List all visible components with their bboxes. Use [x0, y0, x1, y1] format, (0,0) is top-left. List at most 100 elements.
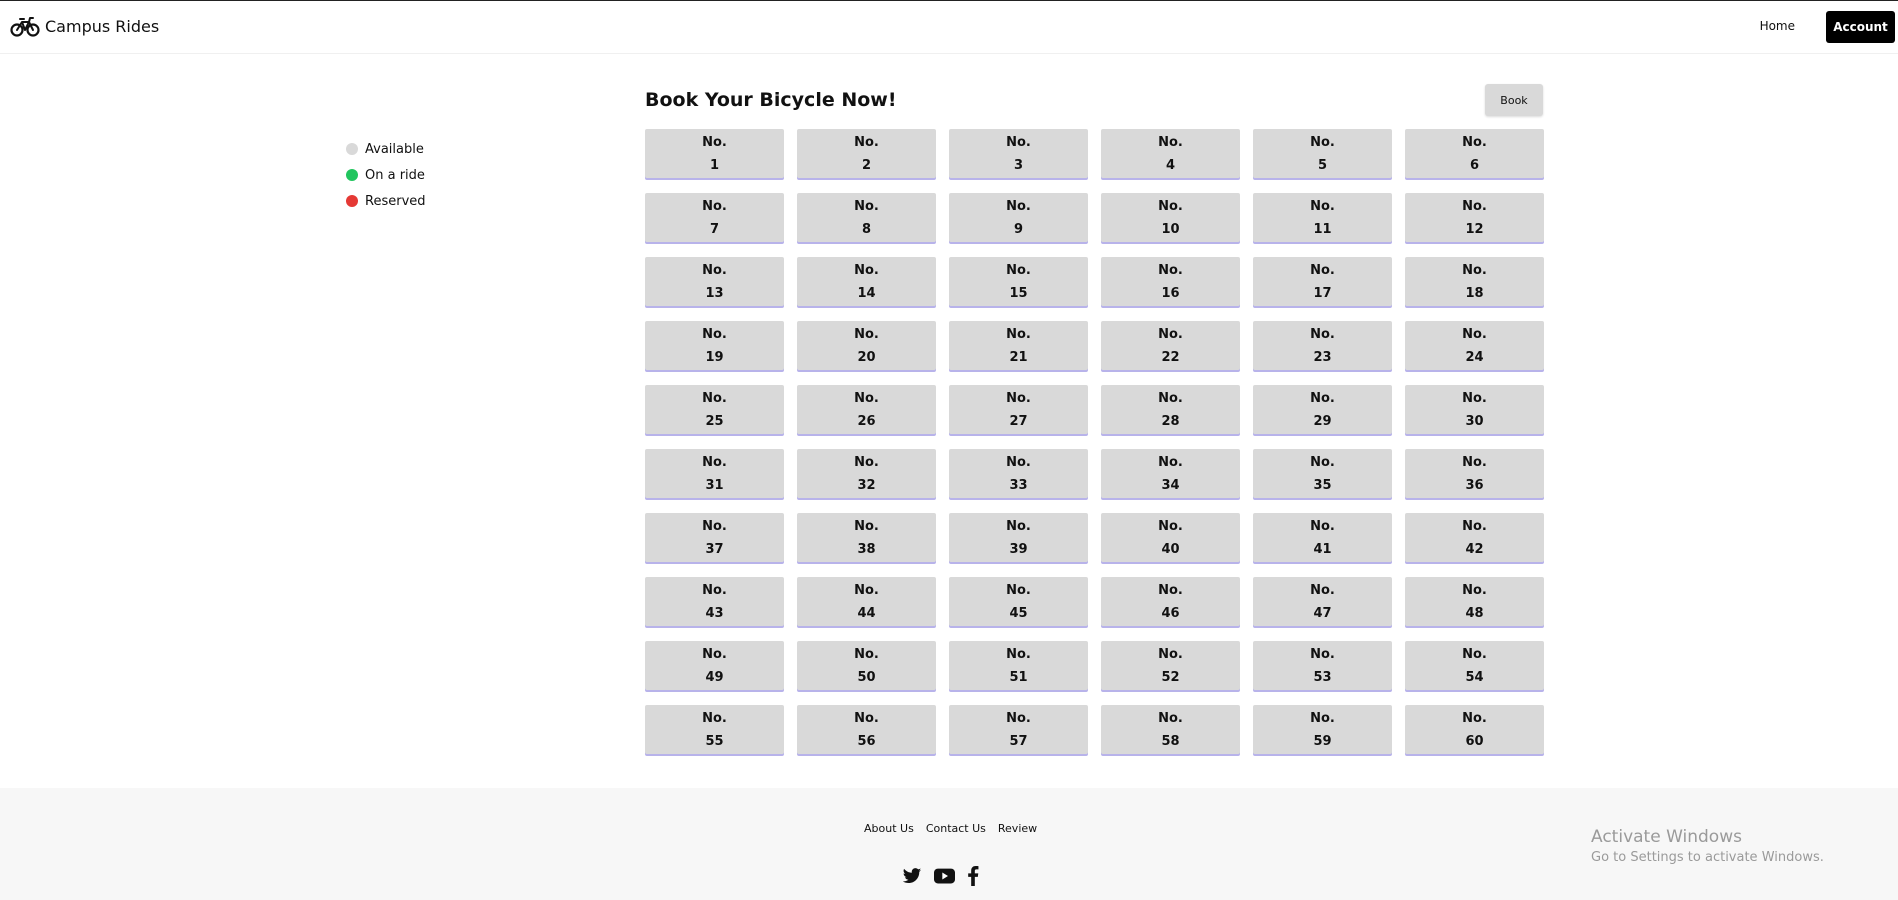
bicycle-number: 48 — [1465, 605, 1484, 621]
bicycle-card[interactable]: No. 35 — [1253, 449, 1392, 498]
bicycle-card[interactable]: No. 60 — [1405, 705, 1544, 754]
bicycle-card[interactable]: No. 36 — [1405, 449, 1544, 498]
bicycle-number: 42 — [1465, 541, 1484, 557]
bicycle-card[interactable]: No. 13 — [645, 257, 784, 306]
bicycle-card[interactable]: No. 41 — [1253, 513, 1392, 562]
bicycle-card[interactable]: No. 29 — [1253, 385, 1392, 434]
bicycle-card[interactable]: No. 3 — [949, 129, 1088, 178]
bicycle-card[interactable]: No. 46 — [1101, 577, 1240, 626]
bicycle-card[interactable]: No. 12 — [1405, 193, 1544, 242]
page-title: Book Your Bicycle Now! — [645, 89, 897, 111]
bicycle-card[interactable]: No. 8 — [797, 193, 936, 242]
bicycle-card[interactable]: No. 20 — [797, 321, 936, 370]
bicycle-card[interactable]: No. 53 — [1253, 641, 1392, 690]
bicycle-card[interactable]: No. 39 — [949, 513, 1088, 562]
bicycle-card[interactable]: No. 37 — [645, 513, 784, 562]
bicycle-card[interactable]: No. 40 — [1101, 513, 1240, 562]
bicycle-prefix: No. — [1158, 198, 1183, 214]
bicycle-number: 30 — [1465, 413, 1484, 429]
bicycle-card[interactable]: No. 23 — [1253, 321, 1392, 370]
bicycle-card[interactable]: No. 11 — [1253, 193, 1392, 242]
bicycle-prefix: No. — [702, 198, 727, 214]
bicycle-card[interactable]: No. 25 — [645, 385, 784, 434]
bicycle-card[interactable]: No. 56 — [797, 705, 936, 754]
bicycle-card[interactable]: No. 43 — [645, 577, 784, 626]
bicycle-card[interactable]: No. 51 — [949, 641, 1088, 690]
bicycle-card[interactable]: No. 45 — [949, 577, 1088, 626]
bicycle-card[interactable]: No. 16 — [1101, 257, 1240, 306]
bicycle-card[interactable]: No. 15 — [949, 257, 1088, 306]
bicycle-card[interactable]: No. 18 — [1405, 257, 1544, 306]
bicycle-card[interactable]: No. 17 — [1253, 257, 1392, 306]
youtube-icon[interactable] — [934, 868, 955, 884]
bicycle-card[interactable]: No. 38 — [797, 513, 936, 562]
bicycle-number: 8 — [861, 221, 872, 237]
bicycle-card[interactable]: No. 1 — [645, 129, 784, 178]
bicycle-card[interactable]: No. 48 — [1405, 577, 1544, 626]
bicycle-card[interactable]: No. 7 — [645, 193, 784, 242]
bicycle-card[interactable]: No. 42 — [1405, 513, 1544, 562]
bicycle-prefix: No. — [854, 390, 879, 406]
bicycle-card[interactable]: No. 14 — [797, 257, 936, 306]
bicycle-prefix: No. — [1310, 134, 1335, 150]
bicycle-card[interactable]: No. 58 — [1101, 705, 1240, 754]
bicycle-card[interactable]: No. 26 — [797, 385, 936, 434]
bicycle-prefix: No. — [702, 262, 727, 278]
bicycle-card[interactable]: No. 49 — [645, 641, 784, 690]
footer-link-contact-us[interactable]: Contact Us — [926, 822, 986, 835]
bicycle-card[interactable]: No. 6 — [1405, 129, 1544, 178]
bicycle-card[interactable]: No. 4 — [1101, 129, 1240, 178]
book-button[interactable]: Book — [1485, 84, 1543, 116]
bicycle-number: 10 — [1161, 221, 1180, 237]
bicycle-number: 37 — [705, 541, 724, 557]
on-ride-dot-icon — [346, 169, 358, 181]
bicycle-card[interactable]: No. 50 — [797, 641, 936, 690]
bicycle-card[interactable]: No. 30 — [1405, 385, 1544, 434]
bicycle-prefix: No. — [1158, 134, 1183, 150]
bicycle-card[interactable]: No. 27 — [949, 385, 1088, 434]
bicycle-card[interactable]: No. 32 — [797, 449, 936, 498]
bicycle-number: 58 — [1161, 733, 1180, 749]
legend-label: On a ride — [365, 167, 425, 183]
bicycle-prefix: No. — [854, 454, 879, 470]
bicycle-number: 5 — [1317, 157, 1328, 173]
twitter-icon[interactable] — [902, 867, 922, 885]
bicycle-prefix: No. — [1006, 454, 1031, 470]
bicycle-card[interactable]: No. 24 — [1405, 321, 1544, 370]
bicycle-card[interactable]: No. 54 — [1405, 641, 1544, 690]
bicycle-number: 38 — [857, 541, 876, 557]
bicycle-number: 52 — [1161, 669, 1180, 685]
bicycle-card[interactable]: No. 9 — [949, 193, 1088, 242]
bicycle-card[interactable]: No. 55 — [645, 705, 784, 754]
bicycle-card[interactable]: No. 44 — [797, 577, 936, 626]
bicycle-card[interactable]: No. 33 — [949, 449, 1088, 498]
bicycle-card[interactable]: No. 28 — [1101, 385, 1240, 434]
bicycle-prefix: No. — [702, 710, 727, 726]
bicycle-card[interactable]: No. 2 — [797, 129, 936, 178]
bicycle-card[interactable]: No. 52 — [1101, 641, 1240, 690]
bicycle-card[interactable]: No. 5 — [1253, 129, 1392, 178]
footer-link-review[interactable]: Review — [998, 822, 1037, 835]
facebook-icon[interactable] — [967, 866, 979, 886]
bicycle-card[interactable]: No. 10 — [1101, 193, 1240, 242]
bicycle-card[interactable]: No. 31 — [645, 449, 784, 498]
bicycle-prefix: No. — [1158, 454, 1183, 470]
bicycle-card[interactable]: No. 21 — [949, 321, 1088, 370]
bicycle-card[interactable]: No. 57 — [949, 705, 1088, 754]
legend-item-reserved: Reserved — [346, 188, 426, 214]
bicycle-card[interactable]: No. 22 — [1101, 321, 1240, 370]
bicycle-prefix: No. — [1006, 198, 1031, 214]
bicycle-card[interactable]: No. 59 — [1253, 705, 1392, 754]
bicycle-number: 28 — [1161, 413, 1180, 429]
nav-home-link[interactable]: Home — [1760, 19, 1795, 33]
bicycle-prefix: No. — [1310, 326, 1335, 342]
bicycle-card[interactable]: No. 47 — [1253, 577, 1392, 626]
bicycle-prefix: No. — [1006, 710, 1031, 726]
bicycle-prefix: No. — [854, 518, 879, 534]
bicycle-number: 49 — [705, 669, 724, 685]
account-button[interactable]: Account — [1826, 11, 1895, 43]
bicycle-card[interactable]: No. 19 — [645, 321, 784, 370]
footer-link-about-us[interactable]: About Us — [864, 822, 914, 835]
brand[interactable]: Campus Rides — [10, 15, 159, 37]
bicycle-card[interactable]: No. 34 — [1101, 449, 1240, 498]
